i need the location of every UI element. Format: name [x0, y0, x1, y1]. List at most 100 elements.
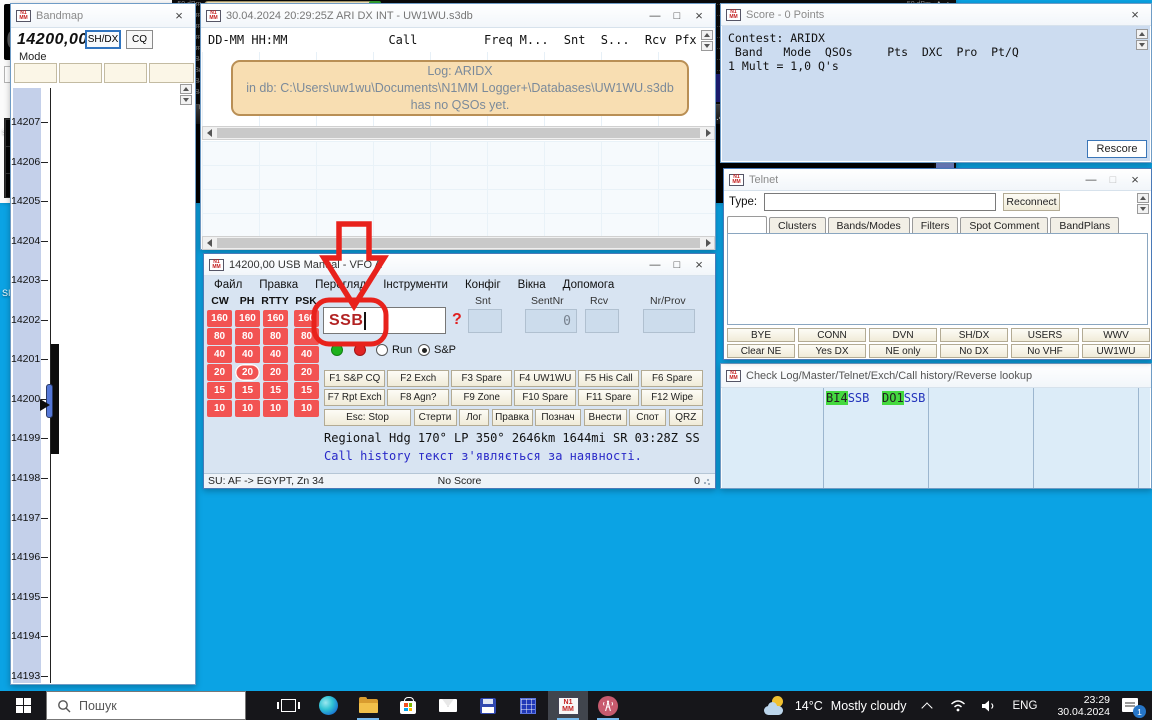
- telnet-titlebar[interactable]: N1MM Telnet — □ ×: [724, 169, 1151, 191]
- run-radio[interactable]: [376, 344, 388, 356]
- telnet-tab[interactable]: Bands/Modes: [828, 217, 910, 233]
- band-button[interactable]: 40: [235, 346, 260, 363]
- band-button[interactable]: 160: [235, 310, 260, 327]
- telnet-tab[interactable]: Filters: [912, 217, 959, 233]
- weather-widget[interactable]: 14°C Mostly cloudy: [754, 696, 917, 716]
- bandmap-titlebar[interactable]: N1MM Bandmap ×: [11, 4, 195, 28]
- taskbar-save-app[interactable]: [468, 691, 508, 720]
- function-key-button[interactable]: F8 Agn?: [387, 389, 448, 406]
- telnet-command-button[interactable]: DVN: [869, 328, 937, 342]
- band-button[interactable]: 80: [207, 328, 232, 345]
- telnet-tab[interactable]: BandPlans: [1050, 217, 1119, 233]
- telnet-command-button[interactable]: Clear NE: [727, 344, 795, 358]
- band-button[interactable]: 10: [207, 400, 232, 417]
- band-button[interactable]: 40: [294, 346, 319, 363]
- telnet-command-button[interactable]: CONN: [798, 328, 866, 342]
- telnet-command-button[interactable]: NE only: [869, 344, 937, 358]
- menu-item[interactable]: Допомога: [563, 279, 615, 291]
- score-spinner[interactable]: [1136, 29, 1148, 50]
- scroll-left-icon[interactable]: [203, 237, 215, 249]
- cq-button[interactable]: CQ: [126, 30, 153, 49]
- shdx-button[interactable]: SH/DX: [85, 30, 121, 49]
- language-indicator[interactable]: ENG: [1013, 700, 1038, 712]
- reconnect-button[interactable]: Reconnect: [1003, 193, 1060, 211]
- volume-icon[interactable]: [980, 699, 996, 713]
- band-button[interactable]: 15: [207, 382, 232, 399]
- scroll-left-icon[interactable]: [203, 127, 215, 139]
- spinner-down-icon[interactable]: [180, 95, 192, 105]
- check-callsign-entry[interactable]: DO1SSB: [882, 391, 925, 405]
- band-button[interactable]: 80: [235, 328, 260, 345]
- menu-item[interactable]: Інструменти: [383, 279, 448, 291]
- maximize-icon[interactable]: □: [666, 7, 688, 25]
- log-column-header[interactable]: S...: [594, 33, 636, 47]
- maximize-icon[interactable]: □: [666, 256, 688, 274]
- log-column-header[interactable]: M...: [513, 33, 555, 47]
- start-button[interactable]: [0, 691, 46, 720]
- telnet-tab[interactable]: Clusters: [769, 217, 826, 233]
- band-button[interactable]: 160: [263, 310, 288, 327]
- telnet-command-button[interactable]: USERS: [1011, 328, 1079, 342]
- band-button[interactable]: 80: [294, 328, 319, 345]
- menu-item[interactable]: Файл: [214, 279, 242, 291]
- action-button[interactable]: Внести: [584, 409, 627, 426]
- scrollbar-thumb[interactable]: [217, 238, 700, 248]
- telnet-command-button[interactable]: WWV: [1082, 328, 1150, 342]
- menu-item[interactable]: Правка: [259, 279, 298, 291]
- function-key-button[interactable]: F5 His Call: [578, 370, 639, 387]
- bandmap-field-1[interactable]: [14, 63, 57, 83]
- nrprov-input[interactable]: [643, 309, 695, 333]
- check-titlebar[interactable]: N1MM Check Log/Master/Telnet/Exch/Call h…: [721, 364, 1151, 388]
- close-icon[interactable]: ×: [168, 7, 190, 25]
- close-icon[interactable]: ×: [688, 7, 710, 25]
- log-column-header[interactable]: Rcv: [636, 33, 675, 47]
- band-button[interactable]: 80: [263, 328, 288, 345]
- rcv-input[interactable]: [585, 309, 619, 333]
- telnet-spinner[interactable]: [1137, 193, 1149, 214]
- spinner-down-icon[interactable]: [701, 41, 713, 51]
- taskbar-mail[interactable]: [428, 691, 468, 720]
- log-spinner[interactable]: [701, 30, 713, 51]
- band-button[interactable]: 20: [294, 364, 319, 381]
- action-button[interactable]: Спот: [629, 409, 666, 426]
- bandmap-field-2[interactable]: [59, 63, 102, 83]
- log-scrollbar-upper[interactable]: [202, 126, 715, 140]
- band-button[interactable]: 160: [207, 310, 232, 327]
- callsign-input[interactable]: SSB: [323, 307, 446, 334]
- spinner-up-icon[interactable]: [1136, 29, 1148, 39]
- scroll-right-icon[interactable]: [702, 127, 714, 139]
- band-button[interactable]: 15: [263, 382, 288, 399]
- tray-expand-icon[interactable]: [921, 702, 932, 713]
- action-button[interactable]: Esc: Stop: [324, 409, 411, 426]
- taskbar-grid-app[interactable]: [508, 691, 548, 720]
- score-titlebar[interactable]: N1MM Score - 0 Points ×: [721, 4, 1151, 26]
- menu-item[interactable]: Перегляд: [315, 279, 366, 291]
- telnet-command-button[interactable]: No DX: [940, 344, 1008, 358]
- menu-item[interactable]: Конфіг: [465, 279, 501, 291]
- spinner-down-icon[interactable]: [1136, 40, 1148, 50]
- telnet-tab[interactable]: Spot Comment: [960, 217, 1048, 233]
- maximize-icon[interactable]: □: [1102, 171, 1124, 189]
- function-key-button[interactable]: F1 S&P CQ: [324, 370, 385, 387]
- action-button[interactable]: Правка: [492, 409, 533, 426]
- function-key-button[interactable]: F11 Spare: [578, 389, 639, 406]
- band-button[interactable]: 20: [263, 364, 288, 381]
- rescore-button[interactable]: Rescore: [1087, 140, 1147, 158]
- band-button[interactable]: 20: [207, 364, 232, 381]
- telnet-tab-blank[interactable]: [727, 216, 767, 233]
- function-key-button[interactable]: F2 Exch: [387, 370, 448, 387]
- taskbar-search[interactable]: Пошук: [46, 691, 246, 720]
- function-key-button[interactable]: F4 UW1WU: [514, 370, 575, 387]
- function-key-button[interactable]: F10 Spare: [514, 389, 575, 406]
- log-column-header[interactable]: Freq: [457, 33, 513, 47]
- close-icon[interactable]: ×: [1124, 171, 1146, 189]
- band-button[interactable]: 10: [263, 400, 288, 417]
- scroll-right-icon[interactable]: [702, 237, 714, 249]
- band-button[interactable]: 15: [235, 382, 260, 399]
- function-key-button[interactable]: F7 Rpt Exch: [324, 389, 385, 406]
- wifi-icon[interactable]: [950, 699, 966, 712]
- spinner-up-icon[interactable]: [180, 84, 192, 94]
- bandmap-spinner[interactable]: [180, 84, 192, 105]
- band-button[interactable]: 20: [235, 364, 260, 381]
- telnet-output-area[interactable]: [727, 233, 1148, 325]
